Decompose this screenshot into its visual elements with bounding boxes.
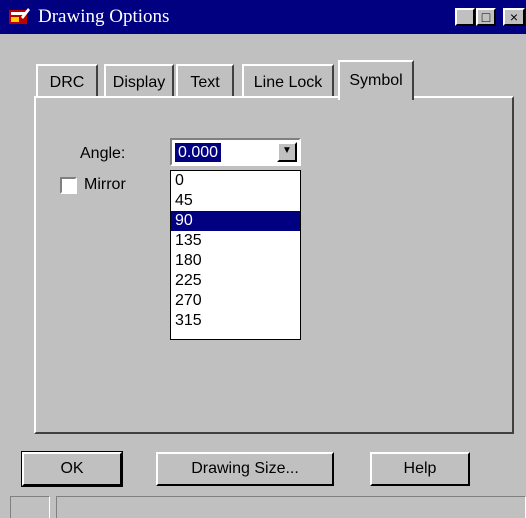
list-item[interactable]: 315: [171, 311, 300, 331]
drawing-size-label: Drawing Size...: [191, 460, 299, 477]
drawing-app-icon[interactable]: [8, 7, 30, 27]
list-item[interactable]: 225: [171, 271, 300, 291]
list-item[interactable]: 135: [171, 231, 300, 251]
title-bar[interactable]: Drawing Options _ □ ×: [0, 0, 526, 34]
status-cell: [10, 496, 50, 518]
list-item-selected[interactable]: 90: [171, 211, 300, 231]
ok-button[interactable]: OK: [21, 451, 123, 487]
minimize-button[interactable]: _: [455, 8, 475, 26]
tab-line-lock[interactable]: Line Lock: [242, 64, 334, 98]
angle-combobox[interactable]: 0.000 ▼: [170, 138, 301, 166]
list-item[interactable]: 45: [171, 191, 300, 211]
tab-label: Line Lock: [253, 74, 323, 91]
tab-label: DRC: [49, 74, 85, 91]
close-button[interactable]: ×: [503, 8, 525, 26]
tab-display[interactable]: Display: [104, 64, 174, 98]
tab-label: Display: [112, 74, 166, 91]
chevron-down-icon: ▼: [282, 145, 292, 156]
ok-label: OK: [60, 460, 84, 477]
tab-symbol[interactable]: Symbol: [338, 60, 414, 100]
tab-text[interactable]: Text: [176, 64, 234, 98]
maximize-icon: □: [481, 9, 491, 25]
angle-dropdown-button[interactable]: ▼: [277, 142, 297, 162]
tab-label: Text: [190, 74, 220, 91]
drawing-size-button[interactable]: Drawing Size...: [156, 452, 334, 486]
angle-label: Angle:: [80, 145, 126, 162]
maximize-button[interactable]: □: [476, 8, 496, 26]
status-bar: [0, 492, 526, 518]
window-title: Drawing Options: [38, 6, 170, 27]
tab-drc[interactable]: DRC: [36, 64, 98, 98]
angle-options-list[interactable]: 0 45 90 135 180 225 270 315: [170, 170, 301, 340]
close-icon: ×: [509, 9, 519, 25]
drawing-options-window: Drawing Options _ □ × DRC Display Text L…: [0, 0, 526, 518]
help-label: Help: [403, 460, 437, 477]
status-cell: [56, 496, 526, 518]
angle-value[interactable]: 0.000: [175, 143, 222, 162]
list-item[interactable]: 0: [171, 171, 300, 191]
minimize-icon: _: [461, 9, 469, 25]
list-item[interactable]: 180: [171, 251, 300, 271]
list-item[interactable]: 270: [171, 291, 300, 311]
mirror-checkbox[interactable]: [60, 177, 77, 194]
mirror-label[interactable]: Mirror: [84, 176, 126, 194]
tab-label: Symbol: [349, 72, 403, 89]
help-button[interactable]: Help: [370, 452, 470, 486]
